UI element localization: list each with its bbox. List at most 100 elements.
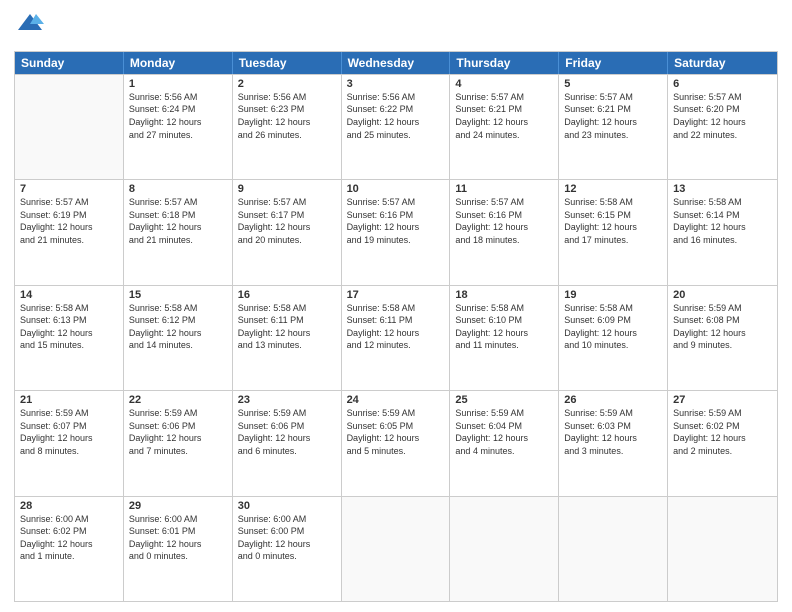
cal-row-3: 14Sunrise: 5:58 AM Sunset: 6:13 PM Dayli…	[15, 285, 777, 390]
day-number: 12	[564, 183, 662, 195]
cell-info: Sunrise: 6:00 AM Sunset: 6:00 PM Dayligh…	[238, 513, 336, 563]
cal-cell: 2Sunrise: 5:56 AM Sunset: 6:23 PM Daylig…	[233, 75, 342, 179]
cal-cell: 1Sunrise: 5:56 AM Sunset: 6:24 PM Daylig…	[124, 75, 233, 179]
cal-cell: 4Sunrise: 5:57 AM Sunset: 6:21 PM Daylig…	[450, 75, 559, 179]
day-number: 21	[20, 394, 118, 406]
day-number: 23	[238, 394, 336, 406]
cal-cell: 19Sunrise: 5:58 AM Sunset: 6:09 PM Dayli…	[559, 286, 668, 390]
header-day-saturday: Saturday	[668, 52, 777, 74]
cal-cell: 30Sunrise: 6:00 AM Sunset: 6:00 PM Dayli…	[233, 497, 342, 601]
cal-cell: 25Sunrise: 5:59 AM Sunset: 6:04 PM Dayli…	[450, 391, 559, 495]
header	[14, 10, 778, 43]
logo	[14, 10, 44, 43]
header-day-sunday: Sunday	[15, 52, 124, 74]
day-number: 8	[129, 183, 227, 195]
cell-info: Sunrise: 6:00 AM Sunset: 6:02 PM Dayligh…	[20, 513, 118, 563]
logo-icon	[16, 10, 44, 38]
cal-row-1: 1Sunrise: 5:56 AM Sunset: 6:24 PM Daylig…	[15, 74, 777, 179]
cal-cell: 16Sunrise: 5:58 AM Sunset: 6:11 PM Dayli…	[233, 286, 342, 390]
cell-info: Sunrise: 5:58 AM Sunset: 6:09 PM Dayligh…	[564, 302, 662, 352]
cell-info: Sunrise: 5:59 AM Sunset: 6:07 PM Dayligh…	[20, 407, 118, 457]
day-number: 17	[347, 289, 445, 301]
cell-info: Sunrise: 5:57 AM Sunset: 6:20 PM Dayligh…	[673, 91, 772, 141]
cell-info: Sunrise: 5:59 AM Sunset: 6:06 PM Dayligh…	[238, 407, 336, 457]
day-number: 1	[129, 78, 227, 90]
cal-cell: 11Sunrise: 5:57 AM Sunset: 6:16 PM Dayli…	[450, 180, 559, 284]
cell-info: Sunrise: 5:57 AM Sunset: 6:21 PM Dayligh…	[564, 91, 662, 141]
header-day-thursday: Thursday	[450, 52, 559, 74]
cal-cell: 15Sunrise: 5:58 AM Sunset: 6:12 PM Dayli…	[124, 286, 233, 390]
cell-info: Sunrise: 5:57 AM Sunset: 6:16 PM Dayligh…	[455, 196, 553, 246]
calendar-body: 1Sunrise: 5:56 AM Sunset: 6:24 PM Daylig…	[15, 74, 777, 601]
cal-cell: 20Sunrise: 5:59 AM Sunset: 6:08 PM Dayli…	[668, 286, 777, 390]
cal-row-2: 7Sunrise: 5:57 AM Sunset: 6:19 PM Daylig…	[15, 179, 777, 284]
day-number: 29	[129, 500, 227, 512]
cell-info: Sunrise: 6:00 AM Sunset: 6:01 PM Dayligh…	[129, 513, 227, 563]
day-number: 2	[238, 78, 336, 90]
header-day-monday: Monday	[124, 52, 233, 74]
day-number: 16	[238, 289, 336, 301]
cal-cell: 23Sunrise: 5:59 AM Sunset: 6:06 PM Dayli…	[233, 391, 342, 495]
cal-cell: 8Sunrise: 5:57 AM Sunset: 6:18 PM Daylig…	[124, 180, 233, 284]
day-number: 25	[455, 394, 553, 406]
cal-cell: 3Sunrise: 5:56 AM Sunset: 6:22 PM Daylig…	[342, 75, 451, 179]
day-number: 26	[564, 394, 662, 406]
day-number: 3	[347, 78, 445, 90]
day-number: 19	[564, 289, 662, 301]
cell-info: Sunrise: 5:56 AM Sunset: 6:23 PM Dayligh…	[238, 91, 336, 141]
cal-cell: 21Sunrise: 5:59 AM Sunset: 6:07 PM Dayli…	[15, 391, 124, 495]
cal-cell: 22Sunrise: 5:59 AM Sunset: 6:06 PM Dayli…	[124, 391, 233, 495]
cal-cell: 26Sunrise: 5:59 AM Sunset: 6:03 PM Dayli…	[559, 391, 668, 495]
cal-cell: 6Sunrise: 5:57 AM Sunset: 6:20 PM Daylig…	[668, 75, 777, 179]
cal-cell: 10Sunrise: 5:57 AM Sunset: 6:16 PM Dayli…	[342, 180, 451, 284]
cell-info: Sunrise: 5:57 AM Sunset: 6:16 PM Dayligh…	[347, 196, 445, 246]
cal-cell	[668, 497, 777, 601]
day-number: 22	[129, 394, 227, 406]
cell-info: Sunrise: 5:58 AM Sunset: 6:15 PM Dayligh…	[564, 196, 662, 246]
cal-cell: 13Sunrise: 5:58 AM Sunset: 6:14 PM Dayli…	[668, 180, 777, 284]
day-number: 30	[238, 500, 336, 512]
cal-cell: 24Sunrise: 5:59 AM Sunset: 6:05 PM Dayli…	[342, 391, 451, 495]
cell-info: Sunrise: 5:59 AM Sunset: 6:02 PM Dayligh…	[673, 407, 772, 457]
day-number: 27	[673, 394, 772, 406]
cell-info: Sunrise: 5:58 AM Sunset: 6:10 PM Dayligh…	[455, 302, 553, 352]
cell-info: Sunrise: 5:57 AM Sunset: 6:18 PM Dayligh…	[129, 196, 227, 246]
cell-info: Sunrise: 5:59 AM Sunset: 6:03 PM Dayligh…	[564, 407, 662, 457]
day-number: 14	[20, 289, 118, 301]
cal-row-5: 28Sunrise: 6:00 AM Sunset: 6:02 PM Dayli…	[15, 496, 777, 601]
day-number: 24	[347, 394, 445, 406]
day-number: 6	[673, 78, 772, 90]
cal-row-4: 21Sunrise: 5:59 AM Sunset: 6:07 PM Dayli…	[15, 390, 777, 495]
header-day-wednesday: Wednesday	[342, 52, 451, 74]
cell-info: Sunrise: 5:56 AM Sunset: 6:22 PM Dayligh…	[347, 91, 445, 141]
day-number: 18	[455, 289, 553, 301]
cell-info: Sunrise: 5:59 AM Sunset: 6:08 PM Dayligh…	[673, 302, 772, 352]
cal-cell: 28Sunrise: 6:00 AM Sunset: 6:02 PM Dayli…	[15, 497, 124, 601]
header-day-tuesday: Tuesday	[233, 52, 342, 74]
cell-info: Sunrise: 5:58 AM Sunset: 6:12 PM Dayligh…	[129, 302, 227, 352]
day-number: 13	[673, 183, 772, 195]
cell-info: Sunrise: 5:58 AM Sunset: 6:11 PM Dayligh…	[347, 302, 445, 352]
cal-cell: 17Sunrise: 5:58 AM Sunset: 6:11 PM Dayli…	[342, 286, 451, 390]
day-number: 4	[455, 78, 553, 90]
cell-info: Sunrise: 5:59 AM Sunset: 6:04 PM Dayligh…	[455, 407, 553, 457]
day-number: 20	[673, 289, 772, 301]
header-day-friday: Friday	[559, 52, 668, 74]
page: SundayMondayTuesdayWednesdayThursdayFrid…	[0, 0, 792, 612]
cal-cell: 7Sunrise: 5:57 AM Sunset: 6:19 PM Daylig…	[15, 180, 124, 284]
day-number: 5	[564, 78, 662, 90]
calendar-header: SundayMondayTuesdayWednesdayThursdayFrid…	[15, 52, 777, 74]
day-number: 7	[20, 183, 118, 195]
cal-cell: 14Sunrise: 5:58 AM Sunset: 6:13 PM Dayli…	[15, 286, 124, 390]
cell-info: Sunrise: 5:57 AM Sunset: 6:19 PM Dayligh…	[20, 196, 118, 246]
day-number: 10	[347, 183, 445, 195]
cal-cell: 27Sunrise: 5:59 AM Sunset: 6:02 PM Dayli…	[668, 391, 777, 495]
day-number: 9	[238, 183, 336, 195]
cal-cell	[450, 497, 559, 601]
cell-info: Sunrise: 5:57 AM Sunset: 6:21 PM Dayligh…	[455, 91, 553, 141]
day-number: 28	[20, 500, 118, 512]
cal-cell: 18Sunrise: 5:58 AM Sunset: 6:10 PM Dayli…	[450, 286, 559, 390]
day-number: 15	[129, 289, 227, 301]
cal-cell	[342, 497, 451, 601]
cal-cell: 5Sunrise: 5:57 AM Sunset: 6:21 PM Daylig…	[559, 75, 668, 179]
